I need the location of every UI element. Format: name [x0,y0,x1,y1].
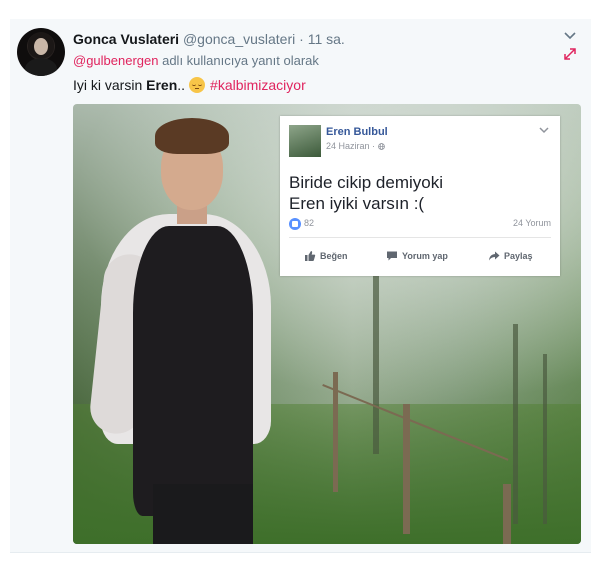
photo-tree [373,274,379,454]
fb-like-action: Beğen [304,249,348,263]
fb-like-count: 82 [304,218,315,228]
display-name[interactable]: Gonca Vuslateri [73,31,179,47]
expand-arrows-icon[interactable] [563,47,577,61]
fb-post-line: Eren iyiki varsın :( [289,194,425,213]
tweet-header: Gonca Vuslateri @gonca_vuslateri · 11 sa… [73,30,345,48]
fb-author-avatar [289,125,321,157]
fb-like-count-icon [289,218,301,230]
tweet-text-prefix: Iyi ki varsin [73,77,147,93]
reply-context-text: adlı kullanıcıya yanıt olarak [158,53,319,68]
relieved-face-emoji-icon [189,77,206,93]
reply-context: @gulbenergen adlı kullanıcıya yanıt olar… [73,53,319,69]
tweet-time[interactable]: 11 sa. [308,31,345,47]
user-avatar[interactable] [17,28,65,76]
fb-comment-action: Yorum yap [386,249,448,263]
fb-chevron-down-icon [539,127,549,134]
photo-fence-post [503,484,511,544]
share-arrow-icon [489,251,500,261]
time-separator: · [295,31,308,47]
comment-icon [387,251,397,261]
tweet-text: Iyi ki varsin Eren.. #kalbimizaciyor [73,76,306,94]
reply-mention-link[interactable]: @gulbenergen [73,53,158,68]
thumbs-up-icon [305,251,316,261]
photo-fence-post [403,404,410,534]
chevron-down-icon[interactable] [562,29,578,43]
globe-icon [377,143,385,150]
fb-comment-count: 24 Yorum [512,218,551,228]
fb-post-date-text: 24 Haziran · [326,141,378,151]
facebook-post-overlay: Eren Bulbul 24 Haziran · Biride cikip de… [280,116,560,276]
fb-like-label: Beğen [320,251,348,261]
tweet-photo[interactable]: Eren Bulbul 24 Haziran · Biride cikip de… [73,104,581,544]
tweet-text-dots: .. [177,77,186,93]
fb-post-date: 24 Haziran · [326,141,385,151]
photo-tree [543,354,547,524]
user-handle[interactable]: @gonca_vuslateri [183,31,295,47]
fb-post-line: Biride cikip demiyoki [289,173,443,192]
photo-tree [513,324,518,524]
fb-share-action: Paylaş [488,249,533,263]
tweet-text-bold: Eren [146,77,178,93]
fb-comment-label: Yorum yap [402,251,448,261]
hashtag-link[interactable]: #kalbimizaciyor [210,77,306,93]
fb-post-body: Biride cikip demiyoki Eren iyiki varsın … [289,172,443,214]
fb-share-label: Paylaş [504,251,533,261]
fb-divider [289,237,551,238]
fb-author-name: Eren Bulbul [326,126,388,138]
